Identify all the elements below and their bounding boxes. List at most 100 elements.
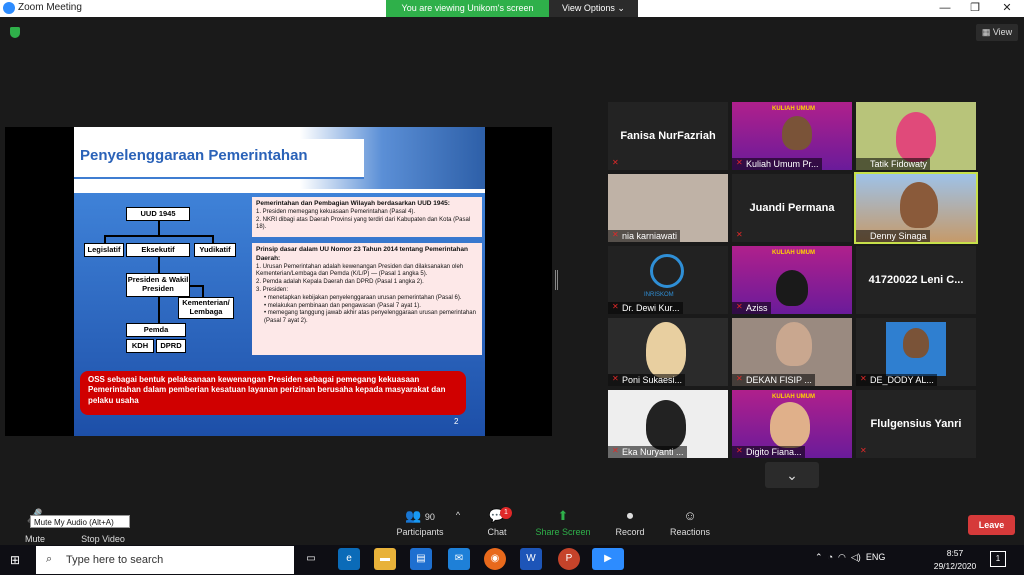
record-icon: ⏺ [626, 508, 634, 523]
store-icon[interactable]: ▤ [410, 548, 432, 570]
maximize-button[interactable]: ❐ [960, 0, 990, 17]
network-icon[interactable]: ◔ [828, 552, 833, 562]
slide-page-number: 2 [454, 417, 459, 426]
participant-name: Tatik Fidowaty [856, 158, 931, 170]
wifi-icon[interactable]: ◠ [838, 552, 846, 562]
clock-time: 8:57 [946, 548, 964, 558]
leave-button[interactable]: Leave [968, 515, 1015, 535]
mic-muted-icon: ✕ [736, 302, 743, 311]
split-divider-handle[interactable] [555, 270, 558, 290]
view-options-button[interactable]: View Options ⌄ [549, 0, 638, 17]
kuliah-banner: KULIAH UMUM [772, 394, 815, 400]
participants-button[interactable]: 👥 90 Participants [382, 502, 458, 544]
clock-date: 29/12/2020 [933, 561, 977, 571]
participant-tile[interactable]: INRISKOM Dr. Dewi Kur... ✕ [608, 246, 728, 314]
participant-face [646, 322, 686, 378]
participant-tile[interactable]: Eka Nuryanti ... ✕ [608, 390, 728, 458]
info-subitem: • memegang tanggung jawab akhir atas pen… [264, 310, 476, 325]
presentation-slide: Penyelenggaraan Pemerintahan UUD 1945 Le… [74, 127, 485, 436]
reactions-icon: ☺ [683, 508, 697, 523]
participant-face [782, 116, 812, 150]
language-indicator[interactable]: ENG [866, 552, 886, 562]
participants-count: 90 [424, 512, 435, 522]
slide-title: Penyelenggaraan Pemerintahan [80, 147, 308, 164]
mail-icon[interactable]: ✉ [448, 548, 470, 570]
participant-face [903, 328, 929, 358]
system-tray: ⌃ ◔ ◠ ◁) ENG [815, 552, 885, 563]
participant-tile[interactable]: Tatik Fidowaty [856, 102, 976, 170]
grid-icon: ▦ [981, 27, 993, 37]
mic-muted-icon: ✕ [860, 374, 867, 383]
info-box-uu23: Prinsip dasar dalam UU Nomor 23 Tahun 20… [252, 243, 482, 355]
participant-tile[interactable]: DE_DODY AL... ✕ [856, 318, 976, 386]
gallery-view-button[interactable]: ▦ View [976, 24, 1018, 41]
close-button[interactable]: ✕ [992, 0, 1022, 17]
participant-tile[interactable]: KULIAH UMUM Aziss ✕ [732, 246, 852, 314]
inriskom-logo-icon [650, 254, 684, 288]
org-dprd: DPRD [156, 339, 186, 353]
taskbar-clock[interactable]: 8:57 29/12/2020 [930, 547, 980, 573]
info-subitem: • menetapkan kebijakan penyelenggaraan u… [264, 294, 462, 301]
participant-name: Denny Sinaga [856, 230, 930, 242]
participant-name-large: 41720022 Leni C... [868, 274, 964, 286]
taskbar-search-input[interactable]: Type here to search [36, 546, 294, 574]
powerpoint-icon[interactable]: P [558, 548, 580, 570]
mic-muted-icon: ✕ [736, 230, 743, 239]
kuliah-banner: KULIAH UMUM [772, 250, 815, 256]
participant-name-large: Juandi Permana [749, 202, 835, 214]
chat-button[interactable]: 💬 Chat [462, 502, 532, 544]
info-box-uu23-title: Prinsip dasar dalam UU Nomor 23 Tahun 20… [256, 246, 468, 262]
participant-name: DE_DODY AL... [856, 374, 937, 386]
participants-icon: 👥 90 [405, 508, 435, 523]
participant-face [770, 402, 810, 448]
participant-face [900, 182, 938, 228]
security-shield-icon[interactable] [10, 27, 20, 38]
task-view-icon[interactable]: ▭ [300, 548, 322, 570]
participant-tile[interactable]: Juandi Permana ✕ [732, 174, 852, 242]
file-explorer-icon[interactable]: ▬ [374, 548, 396, 570]
participant-tile[interactable]: KULIAH UMUM Kuliah Umum Pr... ✕ [732, 102, 852, 170]
viewing-screen-banner: You are viewing Unikom's screen [386, 0, 549, 17]
notification-center-icon[interactable]: 1 [990, 551, 1006, 567]
org-pemda: Pemda [126, 323, 186, 337]
org-uud: UUD 1945 [126, 207, 190, 221]
logo-text: INRISKOM [644, 292, 674, 298]
firefox-icon[interactable]: ◉ [484, 548, 506, 570]
org-kementerian: Kementerian/ Lembaga [178, 297, 234, 319]
participant-tile[interactable]: KULIAH UMUM Digito Fiana... ✕ [732, 390, 852, 458]
mic-muted-icon: ✕ [736, 158, 743, 167]
tray-chevron-icon[interactable]: ⌃ [815, 552, 823, 562]
org-legislatif: Legislatif [84, 243, 124, 257]
mic-muted-icon: ✕ [612, 446, 619, 455]
slide-body: UUD 1945 Legislatif Eksekutif Yudikatif … [74, 193, 485, 436]
participant-tile[interactable]: nia karniawati ✕ [608, 174, 728, 242]
gallery-next-page-chevron-icon[interactable]: ⌄ [765, 462, 819, 488]
participant-face [646, 400, 686, 450]
info-item: 1. Presiden memegang kekuasaan Pemerinta… [256, 208, 416, 215]
org-presiden: Presiden & Wakil Presiden [126, 273, 190, 297]
participant-name-large: Flulgensius Yanri [870, 418, 962, 430]
zoom-taskbar-icon[interactable]: ▶ [592, 548, 624, 570]
participant-tile-active-speaker[interactable]: Denny Sinaga [854, 172, 978, 244]
window-title: Zoom Meeting [18, 2, 82, 13]
mic-muted-icon: ✕ [612, 374, 619, 383]
participant-tile[interactable]: Poni Sukaesi... ✕ [608, 318, 728, 386]
chat-unread-badge: 1 [500, 507, 512, 519]
info-item: 2. Pemda adalah Kepala Daerah dan DPRD (… [256, 279, 424, 286]
mic-muted-icon: ✕ [612, 230, 619, 239]
info-item: 2. NKRI dibagi atas Daerah Provinsi yang… [256, 216, 471, 231]
share-screen-button[interactable]: ⬆ Share Screen [528, 502, 598, 544]
participant-tile[interactable]: DEKAN FISIP ... ✕ [732, 318, 852, 386]
participant-tile[interactable]: 41720022 Leni C... [856, 246, 976, 314]
participant-face [776, 322, 812, 366]
participant-tile[interactable]: Fanisa NurFazriah ✕ [608, 102, 728, 170]
mic-muted-icon: ✕ [612, 302, 619, 311]
mic-muted-icon: ✕ [612, 158, 619, 167]
word-icon[interactable]: W [520, 548, 542, 570]
minimize-button[interactable]: — [930, 0, 960, 17]
participant-tile[interactable]: Flulgensius Yanri ✕ [856, 390, 976, 458]
windows-start-icon[interactable]: ⊞ [10, 553, 24, 567]
volume-icon[interactable]: ◁) [851, 552, 861, 562]
reactions-button[interactable]: ☺ Reactions [655, 502, 725, 544]
edge-browser-icon[interactable]: e [338, 548, 360, 570]
